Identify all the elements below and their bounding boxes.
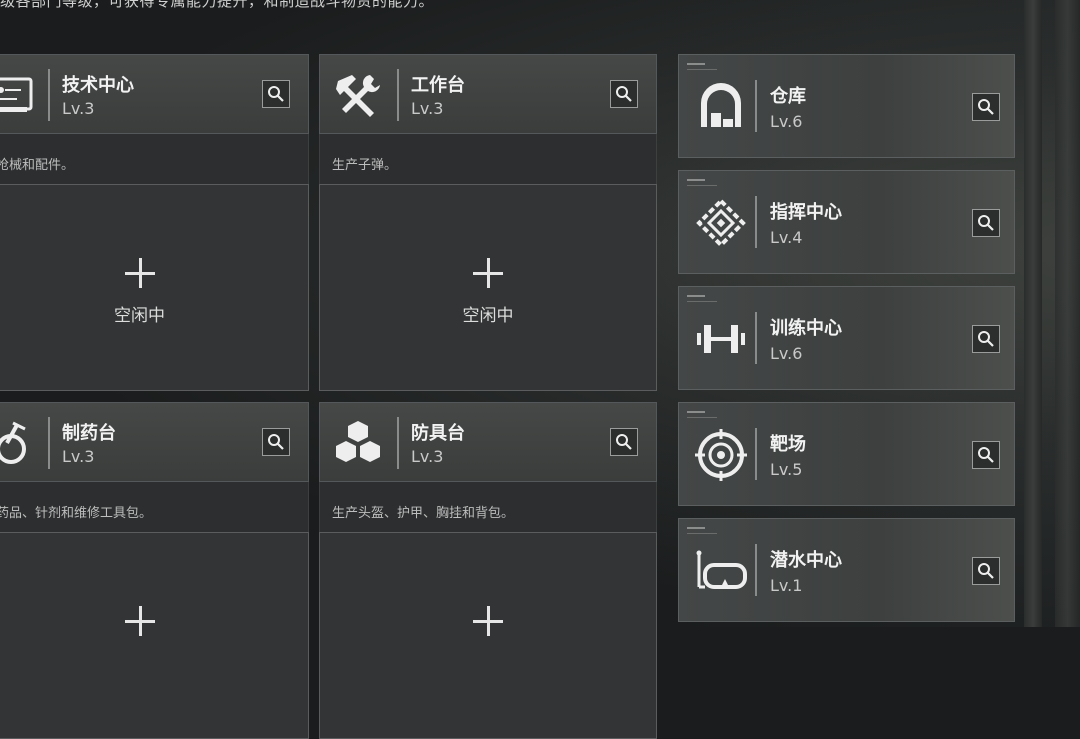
search-icon bbox=[978, 215, 994, 231]
facility-name: 指挥中心 bbox=[770, 202, 842, 223]
search-button[interactable] bbox=[972, 557, 1000, 585]
decor-line bbox=[687, 301, 717, 302]
facility-name: 工作台 bbox=[411, 75, 465, 96]
decor-line bbox=[687, 295, 705, 297]
facility-tech-center: 技术中心 Lv.3 产枪械和配件。 空闲中 bbox=[0, 54, 309, 391]
decor-line bbox=[687, 417, 717, 418]
search-button[interactable] bbox=[262, 428, 290, 456]
separator bbox=[48, 69, 50, 121]
search-button[interactable] bbox=[610, 80, 638, 108]
add-icon bbox=[473, 258, 503, 288]
separator bbox=[755, 80, 757, 132]
decor-line bbox=[687, 185, 717, 186]
decor-line bbox=[687, 63, 705, 65]
facility-level: Lv.3 bbox=[411, 99, 444, 118]
pharmacy-icon bbox=[0, 421, 26, 464]
facility-level: Lv.3 bbox=[62, 99, 95, 118]
separator bbox=[397, 417, 399, 469]
facility-name: 技术中心 bbox=[62, 75, 134, 96]
side-card-shooting-range[interactable]: 靶场 Lv.5 bbox=[678, 402, 1015, 506]
facility-header[interactable]: 工作台 Lv.3 bbox=[319, 54, 657, 134]
decor-line bbox=[687, 69, 717, 70]
production-slot[interactable] bbox=[0, 532, 309, 739]
search-icon bbox=[978, 99, 994, 115]
production-slot[interactable] bbox=[319, 532, 657, 739]
intro-text: 级各部门等级，可获得专属能力提升，和制造战斗物资的能力。 bbox=[0, 0, 435, 10]
search-icon bbox=[978, 331, 994, 347]
training-center-icon bbox=[697, 325, 745, 353]
tech-center-icon bbox=[0, 77, 33, 112]
facility-workbench: 工作台 Lv.3 生产子弹。 空闲中 bbox=[319, 54, 657, 391]
diving-center-icon bbox=[696, 550, 747, 589]
facility-level: Lv.4 bbox=[770, 228, 803, 247]
search-button[interactable] bbox=[972, 93, 1000, 121]
search-button[interactable] bbox=[262, 80, 290, 108]
facility-header[interactable]: 防具台 Lv.3 bbox=[319, 402, 657, 482]
armor-bench-icon bbox=[336, 421, 380, 462]
side-card-training-center[interactable]: 训练中心 Lv.6 bbox=[678, 286, 1015, 390]
separator bbox=[755, 312, 757, 364]
command-center-icon bbox=[696, 198, 746, 248]
facility-header[interactable]: 制药台 Lv.3 bbox=[0, 402, 309, 482]
search-button[interactable] bbox=[610, 428, 638, 456]
search-icon bbox=[268, 434, 284, 450]
decor-line bbox=[687, 533, 717, 534]
slot-status: 空闲中 bbox=[462, 306, 514, 326]
decor-line bbox=[687, 411, 705, 413]
facility-level: Lv.1 bbox=[770, 576, 803, 595]
facility-pharmacy: 制药台 Lv.3 产药品、针剂和维修工具包。 bbox=[0, 402, 309, 739]
search-button[interactable] bbox=[972, 325, 1000, 353]
facility-name: 靶场 bbox=[770, 434, 806, 455]
search-button[interactable] bbox=[972, 209, 1000, 237]
decor-line bbox=[687, 527, 705, 529]
warehouse-icon bbox=[701, 83, 741, 127]
background-pillar bbox=[1055, 0, 1080, 627]
facility-level: Lv.6 bbox=[770, 344, 803, 363]
facility-name: 训练中心 bbox=[770, 318, 842, 339]
facility-name: 仓库 bbox=[770, 86, 806, 107]
facility-level: Lv.3 bbox=[62, 447, 95, 466]
facility-level: Lv.5 bbox=[770, 460, 803, 479]
side-card-diving-center[interactable]: 潜水中心 Lv.1 bbox=[678, 518, 1015, 622]
search-icon bbox=[978, 563, 994, 579]
slot-status: 空闲中 bbox=[114, 306, 165, 326]
facility-header[interactable]: 技术中心 Lv.3 bbox=[0, 54, 309, 134]
separator bbox=[755, 196, 757, 248]
search-icon bbox=[978, 447, 994, 463]
facility-armor-bench: 防具台 Lv.3 生产头盔、护甲、胸挂和背包。 bbox=[319, 402, 657, 739]
separator bbox=[755, 544, 757, 596]
separator bbox=[755, 428, 757, 480]
facility-level: Lv.6 bbox=[770, 112, 803, 131]
facility-name: 制药台 bbox=[62, 423, 116, 444]
search-button[interactable] bbox=[972, 441, 1000, 469]
facility-level: Lv.3 bbox=[411, 447, 444, 466]
production-slot[interactable]: 空闲中 bbox=[0, 184, 309, 391]
facility-description: 产枪械和配件。 bbox=[0, 134, 309, 184]
add-icon bbox=[473, 606, 503, 636]
background-pillar bbox=[1024, 0, 1042, 627]
search-icon bbox=[616, 434, 632, 450]
facility-name: 防具台 bbox=[411, 423, 465, 444]
separator bbox=[48, 417, 50, 469]
search-icon bbox=[268, 86, 284, 102]
facility-name: 潜水中心 bbox=[770, 550, 842, 571]
facility-description: 产药品、针剂和维修工具包。 bbox=[0, 482, 309, 532]
add-icon bbox=[124, 606, 155, 636]
search-icon bbox=[616, 86, 632, 102]
decor-line bbox=[687, 179, 705, 181]
workbench-icon bbox=[336, 75, 380, 117]
facility-description: 生产子弹。 bbox=[319, 134, 657, 184]
side-card-warehouse[interactable]: 仓库 Lv.6 bbox=[678, 54, 1015, 158]
add-icon bbox=[124, 258, 155, 288]
separator bbox=[397, 69, 399, 121]
production-slot[interactable]: 空闲中 bbox=[319, 184, 657, 391]
facility-description: 生产头盔、护甲、胸挂和背包。 bbox=[319, 482, 657, 532]
shooting-range-icon bbox=[695, 429, 747, 481]
side-card-command-center[interactable]: 指挥中心 Lv.4 bbox=[678, 170, 1015, 274]
